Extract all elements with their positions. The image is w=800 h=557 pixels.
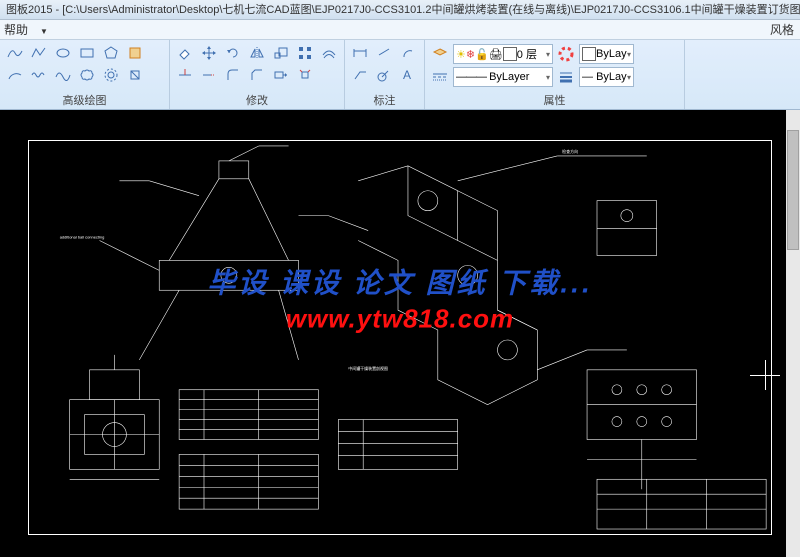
ribbon: 高级绘图 修改 A 标注 <box>0 40 800 110</box>
dim-aligned-icon[interactable] <box>375 44 393 62</box>
svg-text:A: A <box>403 68 411 82</box>
revcloud-icon[interactable] <box>78 66 96 84</box>
spline-icon[interactable] <box>6 44 24 62</box>
window-titlebar: 图板2015 - [C:\Users\Administrator\Desktop… <box>0 0 800 20</box>
array-icon[interactable] <box>296 44 314 62</box>
dim-leader-icon[interactable] <box>351 66 369 84</box>
scale-icon[interactable] <box>272 44 290 62</box>
menu-style[interactable]: 风格 <box>770 21 794 38</box>
polyline-icon[interactable] <box>30 44 48 62</box>
chamfer-icon[interactable] <box>248 66 266 84</box>
vertical-scrollbar[interactable] <box>786 110 800 557</box>
color-combo[interactable]: ByLay▾ <box>579 44 634 64</box>
trim-icon[interactable] <box>176 66 194 84</box>
erase-icon[interactable] <box>176 44 194 62</box>
ribbon-group-label: 属性 <box>431 91 678 109</box>
ribbon-group-label: 标注 <box>351 91 418 109</box>
drawing-canvas[interactable]: additional ball connecting 检查方向 <box>0 110 800 557</box>
color-wheel-icon[interactable] <box>557 45 575 63</box>
rectangle-icon[interactable] <box>78 44 96 62</box>
dim-radius-icon[interactable] <box>375 66 393 84</box>
svg-text:中间罐干燥装置剖视图: 中间罐干燥装置剖视图 <box>348 366 388 371</box>
block-icon[interactable] <box>126 44 144 62</box>
linetype-icon[interactable] <box>431 68 449 86</box>
polygon-icon[interactable] <box>102 44 120 62</box>
wave-icon[interactable] <box>30 66 48 84</box>
arc-icon[interactable] <box>6 66 24 84</box>
ribbon-group-label: 高级绘图 <box>6 91 163 109</box>
dim-linear-icon[interactable] <box>351 44 369 62</box>
wave2-icon[interactable] <box>54 66 72 84</box>
menubar: 帮助▼ 风格 <box>0 20 800 40</box>
svg-text:检查方向: 检查方向 <box>562 149 578 154</box>
menu-help[interactable]: 帮助▼ <box>4 21 58 38</box>
gear-icon[interactable] <box>102 66 120 84</box>
drawing-frame: additional ball connecting 检查方向 <box>28 140 772 535</box>
layer-manager-icon[interactable] <box>431 45 449 63</box>
ribbon-group-label: 修改 <box>176 91 338 109</box>
svg-text:additional ball connecting: additional ball connecting <box>60 235 105 240</box>
crosshair-cursor <box>750 360 780 390</box>
explode-icon[interactable] <box>296 66 314 84</box>
dim-angular-icon[interactable] <box>399 44 417 62</box>
layer-combo[interactable]: ☀❄🔓🖨 0 层▾ <box>453 44 553 64</box>
offset-icon[interactable] <box>320 44 338 62</box>
stretch-icon[interactable] <box>272 66 290 84</box>
fillet-icon[interactable] <box>224 66 242 84</box>
move-icon[interactable] <box>200 44 218 62</box>
lineweight-combo[interactable]: — ByLay▾ <box>579 67 634 87</box>
linetype-combo[interactable]: ——— ByLayer▾ <box>453 67 553 87</box>
ellipse-icon[interactable] <box>54 44 72 62</box>
dim-text-icon[interactable]: A <box>399 66 417 84</box>
hole-icon[interactable] <box>126 66 144 84</box>
rotate-icon[interactable] <box>224 44 242 62</box>
scrollbar-thumb[interactable] <box>787 130 799 250</box>
extend-icon[interactable] <box>200 66 218 84</box>
mirror-icon[interactable] <box>248 44 266 62</box>
lineweight-icon[interactable] <box>557 68 575 86</box>
